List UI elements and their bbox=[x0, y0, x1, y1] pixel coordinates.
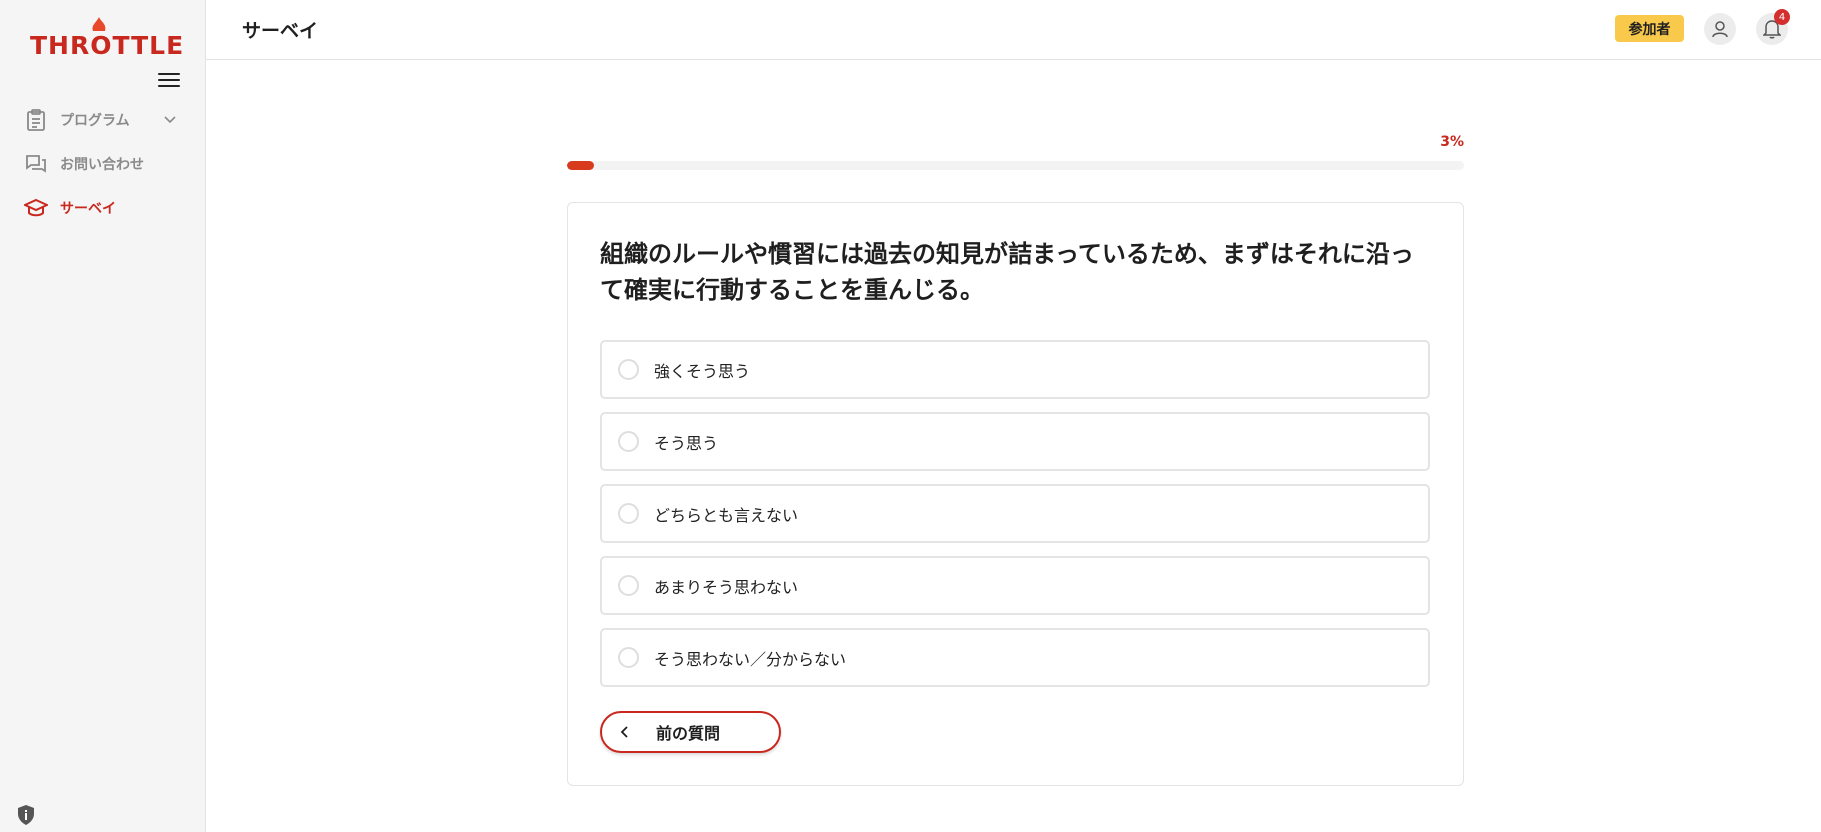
chat-icon bbox=[24, 152, 48, 176]
previous-question-button[interactable]: 前の質問 bbox=[600, 711, 781, 753]
answer-option-label: あまりそう思わない bbox=[654, 577, 799, 597]
sidebar-item-label: お問い合わせ bbox=[60, 157, 144, 173]
answer-options: 強くそう思う そう思う どちらとも言えない あまりそう思わない そう思わない／分… bbox=[600, 340, 1430, 700]
user-avatar-icon[interactable] bbox=[1704, 13, 1736, 45]
radio-button[interactable] bbox=[618, 647, 639, 668]
page-title: サーベイ bbox=[242, 20, 319, 42]
sidebar: THR O TTLE プログラム お問い合わせ サーベイ bbox=[0, 0, 206, 832]
chevron-down-icon[interactable] bbox=[164, 112, 176, 128]
hamburger-menu-icon[interactable] bbox=[158, 70, 180, 90]
sidebar-nav: プログラム お問い合わせ サーベイ bbox=[0, 98, 206, 230]
role-badge: 参加者 bbox=[1615, 15, 1684, 42]
sidebar-item-label: プログラム bbox=[60, 113, 130, 129]
progress-bar-fill bbox=[567, 161, 594, 170]
question-text: 組織のルールや慣習には過去の知見が詰まっているため、まずはそれに沿って確実に行動… bbox=[600, 240, 1414, 304]
notification-count-badge: 4 bbox=[1774, 9, 1790, 25]
clipboard-icon bbox=[24, 108, 48, 132]
sidebar-item-program[interactable]: プログラム bbox=[0, 98, 206, 142]
throttle-logo[interactable]: THR O TTLE bbox=[30, 17, 183, 60]
radio-button[interactable] bbox=[618, 503, 639, 524]
answer-option[interactable]: どちらとも言えない bbox=[600, 484, 1430, 543]
sidebar-item-contact[interactable]: お問い合わせ bbox=[0, 142, 206, 186]
shield-info-icon[interactable] bbox=[16, 804, 36, 826]
radio-button[interactable] bbox=[618, 575, 639, 596]
answer-option[interactable]: そう思う bbox=[600, 412, 1430, 471]
answer-option[interactable]: あまりそう思わない bbox=[600, 556, 1430, 615]
question-card: 組織のルールや慣習には過去の知見が詰まっているため、まずはそれに沿って確実に行動… bbox=[567, 202, 1464, 786]
progress-bar bbox=[567, 161, 1464, 170]
chevron-left-icon bbox=[620, 726, 628, 738]
answer-option[interactable]: そう思わない／分からない bbox=[600, 628, 1430, 687]
graduation-cap-icon bbox=[24, 196, 48, 220]
radio-button[interactable] bbox=[618, 431, 639, 452]
sidebar-item-survey[interactable]: サーベイ bbox=[0, 186, 206, 230]
radio-button[interactable] bbox=[618, 359, 639, 380]
answer-option-label: 強くそう思う bbox=[654, 361, 751, 381]
previous-question-label: 前の質問 bbox=[656, 726, 721, 743]
answer-option-label: そう思わない／分からない bbox=[654, 649, 847, 669]
progress-percent: 3% bbox=[1440, 134, 1464, 150]
answer-option-label: どちらとも言えない bbox=[654, 505, 799, 525]
top-header: サーベイ 参加者 4 bbox=[206, 0, 1821, 60]
app-root: THR O TTLE プログラム お問い合わせ サーベイ サーベイ 参加者 4 … bbox=[0, 0, 1821, 832]
answer-option-label: そう思う bbox=[654, 433, 719, 453]
answer-option[interactable]: 強くそう思う bbox=[600, 340, 1430, 399]
sidebar-item-label: サーベイ bbox=[60, 201, 116, 217]
